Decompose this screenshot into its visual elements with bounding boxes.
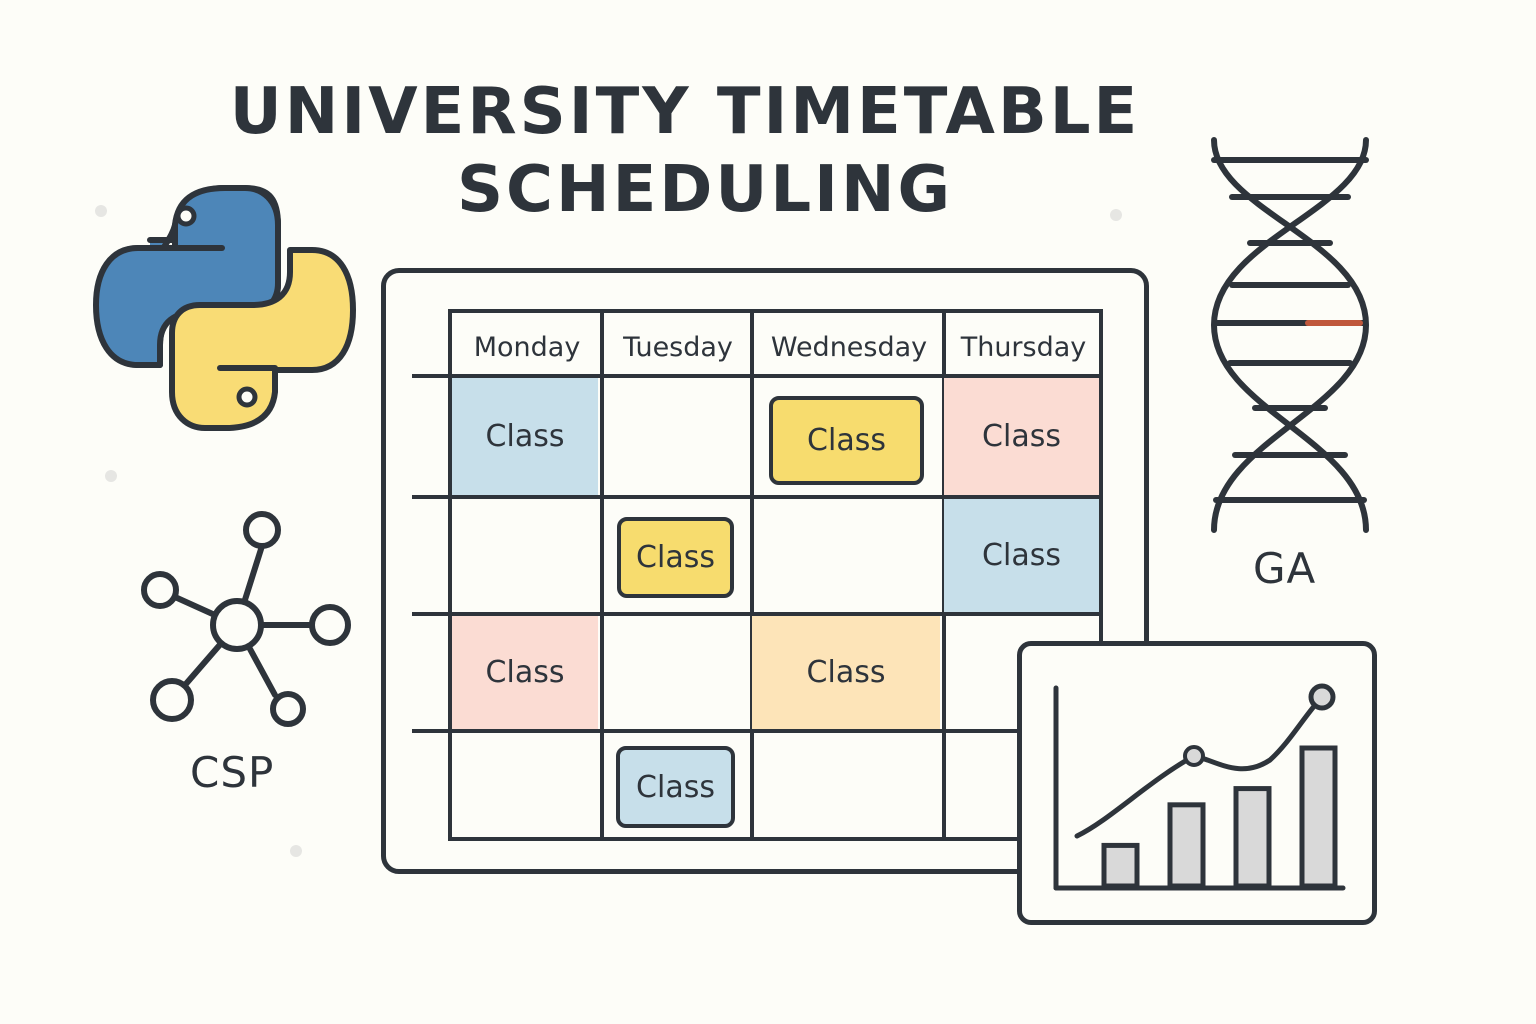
day-header-wednesday: Wednesday (770, 331, 928, 363)
class-cell-thursday-1: Class (944, 378, 1099, 495)
class-cell-wednesday-1: Class (769, 396, 924, 485)
csp-label: CSP (190, 748, 275, 797)
title-line-2: SCHEDULING (456, 153, 954, 227)
chart-panel (1017, 641, 1377, 925)
decor-dot (95, 205, 107, 217)
grid-column-divider (750, 313, 754, 841)
ga-label: GA (1253, 544, 1317, 593)
class-cell-tuesday-2: Class (617, 517, 734, 598)
python-yellow-body (169, 247, 356, 431)
diagram-canvas: UNIVERSITY TIMETABLE SCHEDULING CSP GA M… (0, 0, 1536, 1024)
title-line-1: UNIVERSITY TIMETABLE (229, 75, 1141, 149)
day-header-thursday: Thursday (960, 331, 1087, 363)
class-cell-monday-1: Class (452, 378, 598, 495)
decor-dot (105, 470, 117, 482)
class-cell-thursday-2: Class (944, 499, 1099, 612)
class-cell-wednesday-3: Class (752, 616, 940, 729)
decor-dot (290, 845, 302, 857)
grid-column-divider (600, 313, 604, 841)
class-cell-monday-3: Class (452, 616, 598, 729)
day-header-tuesday: Tuesday (623, 331, 733, 363)
grid-row-divider (412, 729, 1102, 733)
class-cell-tuesday-4: Class (616, 746, 735, 828)
day-header-monday: Monday (473, 331, 581, 363)
decor-dot (1110, 209, 1122, 221)
